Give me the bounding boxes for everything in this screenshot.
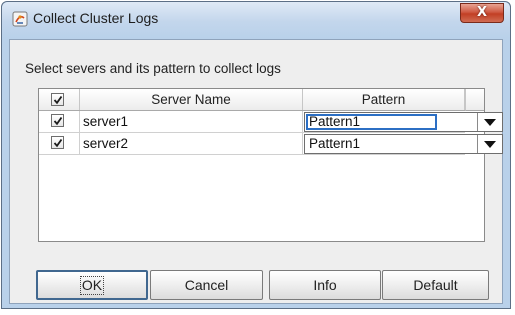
close-button[interactable]: X — [460, 3, 504, 23]
table-header: Server Name Pattern — [39, 89, 465, 111]
server-name-cell[interactable]: server1 — [80, 111, 303, 132]
header-server-name[interactable]: Server Name — [80, 89, 303, 110]
row-select-cell[interactable] — [39, 111, 80, 132]
pattern-value: Pattern1 — [309, 114, 361, 129]
checkbox-check-icon — [53, 95, 63, 105]
pattern-value: Pattern1 — [309, 136, 361, 151]
row-checkbox[interactable] — [51, 114, 64, 127]
ok-label: OK — [79, 276, 105, 295]
pattern-dropdown[interactable]: Pattern1 — [304, 134, 503, 154]
instruction-label: Select severs and its pattern to collect… — [25, 61, 281, 76]
dropdown-button[interactable] — [477, 113, 502, 131]
row-select-cell[interactable] — [39, 133, 80, 154]
default-button[interactable]: Default — [382, 270, 489, 300]
cancel-button[interactable]: Cancel — [150, 270, 263, 300]
close-icon: X — [476, 5, 488, 20]
ok-button[interactable]: OK — [36, 270, 148, 300]
info-button[interactable]: Info — [269, 270, 381, 300]
pattern-dropdown[interactable]: Pattern1 — [304, 112, 503, 132]
checkbox-check-icon — [53, 138, 63, 148]
table-row[interactable]: server2 Pattern1 — [39, 133, 503, 155]
server-name-cell[interactable]: server2 — [80, 133, 303, 154]
dropdown-button[interactable] — [477, 135, 502, 153]
dropdown-arrow-icon — [484, 119, 496, 126]
select-all-checkbox[interactable] — [51, 93, 64, 106]
table-row[interactable]: server1 Pattern1 — [39, 111, 503, 133]
checkbox-check-icon — [53, 116, 63, 126]
title-bar[interactable]: Collect Cluster Logs X — [2, 2, 510, 38]
header-filler — [465, 89, 484, 111]
dropdown-arrow-icon — [484, 141, 496, 148]
server-table: Server Name Pattern server1 Pattern1 ser… — [38, 88, 503, 242]
header-pattern[interactable]: Pattern — [303, 89, 465, 110]
header-select-all[interactable] — [39, 89, 80, 110]
row-checkbox[interactable] — [51, 136, 64, 149]
app-icon — [12, 11, 28, 27]
window-title: Collect Cluster Logs — [33, 10, 159, 26]
